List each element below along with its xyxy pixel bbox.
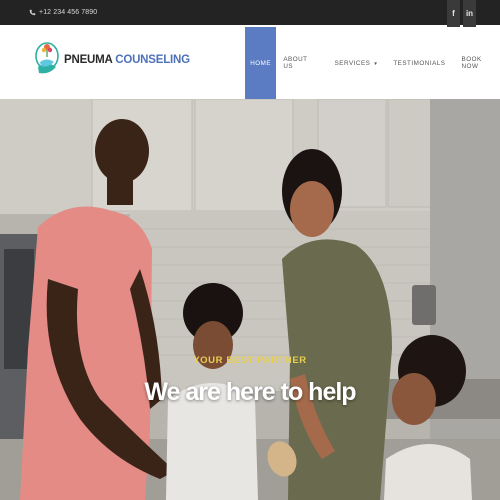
brand-name-part2: COUNSELING — [115, 54, 190, 66]
logo-icon[interactable] — [33, 35, 61, 91]
nav-item-book-now[interactable]: BOOK NOW — [462, 27, 500, 99]
linkedin-icon[interactable]: in — [463, 0, 476, 27]
chevron-down-icon: ▼ — [373, 60, 379, 66]
social-links: f in — [444, 0, 476, 27]
nav-item-label: ABOUT US — [283, 56, 308, 70]
phone-icon — [29, 9, 36, 16]
nav-item-label: HOME — [250, 59, 272, 67]
hero-headline: We are here to help — [144, 378, 356, 406]
site-header: PNEUMA COUNSELING HOME ABOUT US SERVICES… — [0, 27, 500, 99]
facebook-icon[interactable]: f — [447, 0, 460, 27]
hero-image — [0, 99, 500, 500]
hero-banner: YOUR BEST PARTNER We are here to help — [0, 99, 500, 500]
top-bar: +12 234 456 7890 f in — [0, 0, 500, 27]
nav-item-about-us[interactable]: ABOUT US — [283, 27, 318, 99]
nav-item-home[interactable]: HOME — [245, 27, 277, 99]
hero-tagline: YOUR BEST PARTNER — [193, 355, 307, 366]
main-nav: HOME ABOUT US SERVICES ▼ TESTIMONIALS BO… — [245, 27, 500, 99]
nav-item-label: TESTIMONIALS — [393, 59, 446, 67]
brand-name-part1: PNEUMA — [64, 54, 113, 66]
brand-name[interactable]: PNEUMA COUNSELING — [64, 54, 190, 66]
nav-item-label: SERVICES — [334, 59, 371, 67]
nav-item-services[interactable]: SERVICES ▼ — [335, 27, 379, 99]
nav-item-testimonials[interactable]: TESTIMONIALS — [393, 27, 445, 99]
nav-item-label: BOOK NOW — [461, 56, 482, 70]
phone-contact[interactable]: +12 234 456 7890 — [29, 0, 97, 25]
phone-number: +12 234 456 7890 — [39, 9, 98, 16]
